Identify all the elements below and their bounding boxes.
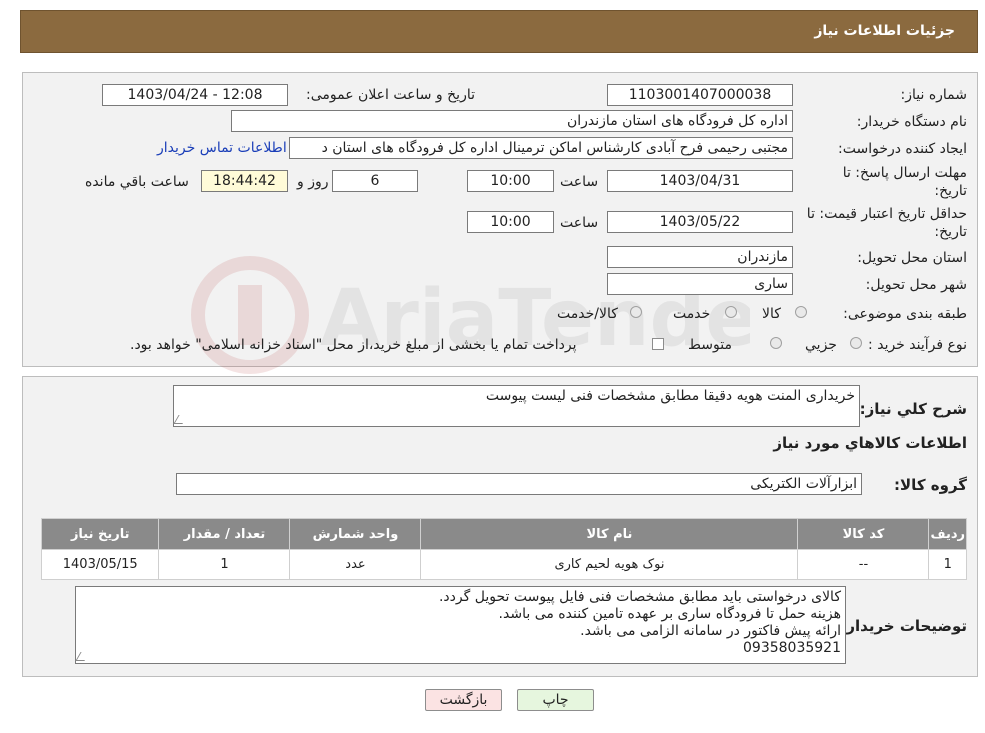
- validity-label-date: تاریخ:: [934, 224, 967, 240]
- treasury-checkbox[interactable]: [652, 338, 664, 350]
- announce-field: 1403/04/24 - 12:08: [102, 84, 288, 106]
- window-header: جزئیات اطلاعات نیاز: [20, 10, 978, 53]
- process-minor-radio[interactable]: [850, 337, 862, 349]
- process-medium-label: متوسط: [688, 337, 732, 353]
- buyer-notes-label: توضيحات خريدار:: [840, 617, 967, 635]
- need-number-field: 1103001407000038: [607, 84, 793, 106]
- item-code: --: [797, 549, 930, 580]
- summary-textarea[interactable]: خریداری المنت هویه دقیقا مطابق مشخصات فن…: [173, 385, 860, 427]
- province-field: مازندران: [607, 246, 793, 268]
- validity-time-label: ساعت: [560, 215, 599, 231]
- buyer-note-line-1: کالای درخواستی باید مطابق مشخصات فنی فای…: [438, 589, 841, 605]
- creator-label: ایجاد کننده درخواست:: [838, 141, 967, 157]
- resize-handle-icon[interactable]: [173, 415, 188, 424]
- item-unit: عدد: [289, 549, 422, 580]
- validity-date-field: 1403/05/22: [607, 211, 793, 233]
- validity-label: حداقل تاریخ اعتبار قیمت: تا: [806, 206, 967, 222]
- announce-label: تاریخ و ساعت اعلان عمومی:: [306, 87, 475, 103]
- row-number: 1: [928, 549, 967, 580]
- validity-time-field: 10:00: [467, 211, 554, 233]
- need-number-label: شماره نیاز:: [900, 87, 968, 103]
- deadline-time-field: 10:00: [467, 170, 554, 192]
- payment-note: پرداخت تمام یا بخشی از مبلغ خرید،از محل …: [130, 337, 577, 353]
- col-date-header: تاريخ نياز: [40, 518, 160, 550]
- buyer-notes-textarea[interactable]: کالای درخواستی باید مطابق مشخصات فنی فای…: [75, 586, 846, 664]
- col-name-header: نام کالا: [420, 518, 799, 550]
- table-row: 1 -- نوک هویه لحیم کاری عدد 1 1403/05/15: [40, 549, 967, 580]
- buyer-contact-link[interactable]: اطلاعات تماس خریدار: [157, 140, 287, 156]
- buyer-note-line-3: ارائه پیش فاکتور در سامانه الزامی می باش…: [580, 623, 841, 639]
- category-service-radio[interactable]: [725, 306, 737, 318]
- summary-label: شرح کلي نياز:: [859, 400, 967, 418]
- remaining-label: ساعت باقي مانده: [85, 174, 189, 190]
- process-label: نوع فرآیند خرید :: [868, 337, 967, 353]
- goods-info-title: اطلاعات کالاهاي مورد نياز: [773, 434, 967, 452]
- category-both-radio[interactable]: [630, 306, 642, 318]
- buyer-note-line-2: هزینه حمل تا فرودگاه ساری بر عهده تامین …: [498, 606, 841, 622]
- item-name: نوک هویه لحیم کاری: [420, 549, 799, 580]
- category-both-label: کالا/خدمت: [557, 306, 618, 322]
- col-unit-header: واحد شمارش: [289, 518, 422, 550]
- category-label: طبقه بندی موضوعی:: [843, 306, 967, 322]
- goods-table-header: رديف کد کالا نام کالا واحد شمارش تعداد /…: [40, 518, 967, 550]
- deadline-date-field: 1403/04/31: [607, 170, 793, 192]
- back-button[interactable]: بازگشت: [425, 689, 502, 711]
- buyer-org-label: نام دستگاه خریدار:: [856, 114, 967, 130]
- buyer-note-line-4: 09358035921: [743, 640, 841, 656]
- category-goods-radio[interactable]: [795, 306, 807, 318]
- city-label: شهر محل تحویل:: [865, 277, 967, 293]
- process-minor-label: جزیي: [805, 337, 837, 353]
- goods-table: رديف کد کالا نام کالا واحد شمارش تعداد /…: [40, 518, 967, 580]
- goods-group-label: گروه کالا:: [894, 476, 967, 494]
- item-qty: 1: [158, 549, 291, 580]
- col-code-header: کد کالا: [797, 518, 930, 550]
- print-button[interactable]: چاپ: [517, 689, 594, 711]
- process-medium-radio[interactable]: [770, 337, 782, 349]
- category-goods-label: کالا: [762, 306, 781, 322]
- window-title: جزئیات اطلاعات نیاز: [814, 23, 955, 39]
- deadline-time-label: ساعت: [560, 174, 599, 190]
- category-service-label: خدمت: [673, 306, 711, 322]
- item-date: 1403/05/15: [40, 549, 160, 580]
- days-field: 6: [332, 170, 418, 192]
- deadline-label-date: تاریخ:: [934, 183, 967, 199]
- goods-group-field: ابزارآلات الکتریکی: [176, 473, 862, 495]
- creator-field: مجتبی رحیمی فرح آبادی کارشناس اماکن ترمی…: [289, 137, 793, 159]
- city-field: ساری: [607, 273, 793, 295]
- col-row-header: رديف: [928, 518, 967, 550]
- buyer-org-field: اداره کل فرودگاه های استان مازندران: [231, 110, 793, 132]
- summary-text: خریداری المنت هویه دقیقا مطابق مشخصات فن…: [485, 388, 855, 404]
- remaining-time-field: 18:44:42: [201, 170, 288, 192]
- deadline-label: مهلت ارسال پاسخ: تا: [842, 165, 967, 181]
- col-qty-header: تعداد / مقدار: [158, 518, 291, 550]
- province-label: استان محل تحویل:: [857, 250, 967, 266]
- days-label: روز و: [297, 174, 329, 190]
